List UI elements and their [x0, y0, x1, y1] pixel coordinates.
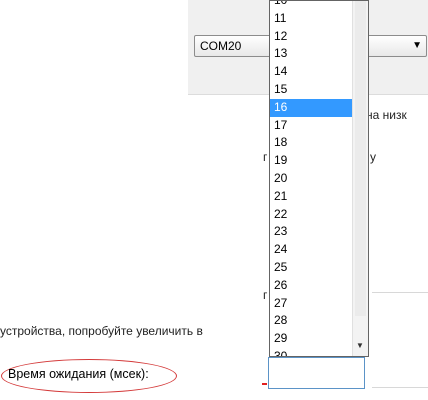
divider — [372, 292, 428, 293]
dropdown-item[interactable]: 27 — [270, 295, 354, 313]
scroll-down-arrow-icon[interactable]: ▼ — [356, 341, 364, 350]
dropdown-item[interactable]: 24 — [270, 241, 354, 259]
hint-text: устройства, попробуйте увеличить в — [0, 324, 203, 338]
background-text: г — [263, 150, 268, 164]
dropdown-item[interactable]: 15 — [270, 81, 354, 99]
dropdown-items: 10 11 12 13 14 15 16 17 18 19 20 21 22 23 24 25 26 27 28 29… — [270, 1, 354, 356]
dropdown-item[interactable]: 26 — [270, 277, 354, 295]
dropdown-item[interactable]: 30 — [270, 348, 354, 356]
dropdown-item[interactable]: 11 — [270, 10, 354, 28]
dropdown-item[interactable]: 23 — [270, 223, 354, 241]
dropdown-item[interactable]: 21 — [270, 188, 354, 206]
dropdown-item[interactable]: 12 — [270, 28, 354, 46]
dropdown-item[interactable]: 17 — [270, 117, 354, 135]
scrollbar-thumb[interactable] — [355, 1, 366, 316]
scrollbar[interactable]: ▼ — [352, 1, 368, 356]
dropdown-item[interactable]: 10 — [270, 1, 354, 10]
dropdown-item[interactable]: 18 — [270, 134, 354, 152]
dropdown-item[interactable]: 13 — [270, 45, 354, 63]
dropdown-item[interactable]: 28 — [270, 312, 354, 330]
background-text: у — [370, 150, 376, 164]
port-dropdown-list[interactable]: 10 11 12 13 14 15 16 17 18 19 20 21 22 23 24 25 26 27 28 29… — [269, 0, 369, 357]
dropdown-item[interactable]: 16 — [270, 98, 354, 117]
background-text: на низк — [366, 108, 407, 122]
divider — [372, 387, 428, 388]
timeout-label: Время ожидания (мсек): — [8, 367, 149, 381]
port-combobox-value: COM20 — [200, 39, 242, 53]
dropdown-item[interactable]: 20 — [270, 170, 354, 188]
dropdown-item[interactable]: 29 — [270, 330, 354, 348]
annotation-mark — [262, 383, 267, 385]
dropdown-item[interactable]: 19 — [270, 152, 354, 170]
dropdown-item[interactable]: 14 — [270, 63, 354, 81]
timeout-input[interactable] — [268, 357, 365, 389]
dropdown-item[interactable]: 22 — [270, 206, 354, 224]
chevron-down-icon[interactable]: ▼ — [412, 40, 422, 51]
background-text: г — [263, 288, 268, 302]
dropdown-item[interactable]: 25 — [270, 259, 354, 277]
